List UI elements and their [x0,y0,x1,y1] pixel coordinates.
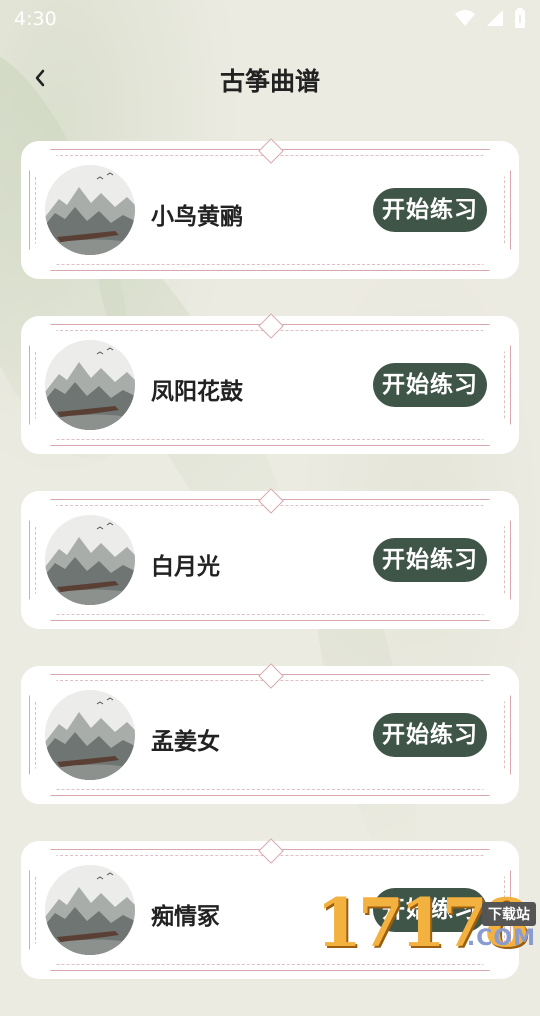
landscape-thumbnail [45,515,135,605]
status-bar: 4:30 [0,0,540,36]
landscape-thumbnail [45,865,135,955]
start-practice-button[interactable]: 开始练习 [373,538,487,582]
status-time: 4:30 [14,8,57,30]
landscape-thumbnail [45,340,135,430]
battery-icon [514,8,526,33]
song-card[interactable]: 凤阳花鼓 开始练习 [21,313,519,454]
watermark-domain: .COM [466,926,536,951]
start-practice-button[interactable]: 开始练习 [373,363,487,407]
song-card[interactable]: 小鸟黄鹂 开始练习 [21,138,519,279]
page-title: 古筝曲谱 [219,67,320,96]
song-title: 白月光 [151,554,220,580]
start-practice-button[interactable]: 开始练习 [373,713,487,757]
song-title: 凤阳花鼓 [151,379,243,405]
watermark-tag: 下载站 [482,902,536,926]
watermark: 17178 下载站 .COM [316,872,540,962]
start-practice-button[interactable]: 开始练习 [373,188,487,232]
landscape-thumbnail [45,165,135,255]
song-card[interactable]: 白月光 开始练习 [21,488,519,629]
header: 古筝曲谱 [0,52,540,108]
wifi-icon [454,9,476,32]
song-title: 小鸟黄鹂 [151,204,243,230]
signal-icon [486,9,504,32]
song-title: 孟姜女 [151,729,220,755]
song-card[interactable]: 孟姜女 开始练习 [21,663,519,804]
landscape-thumbnail [45,690,135,780]
song-title: 痴情冢 [151,904,220,930]
